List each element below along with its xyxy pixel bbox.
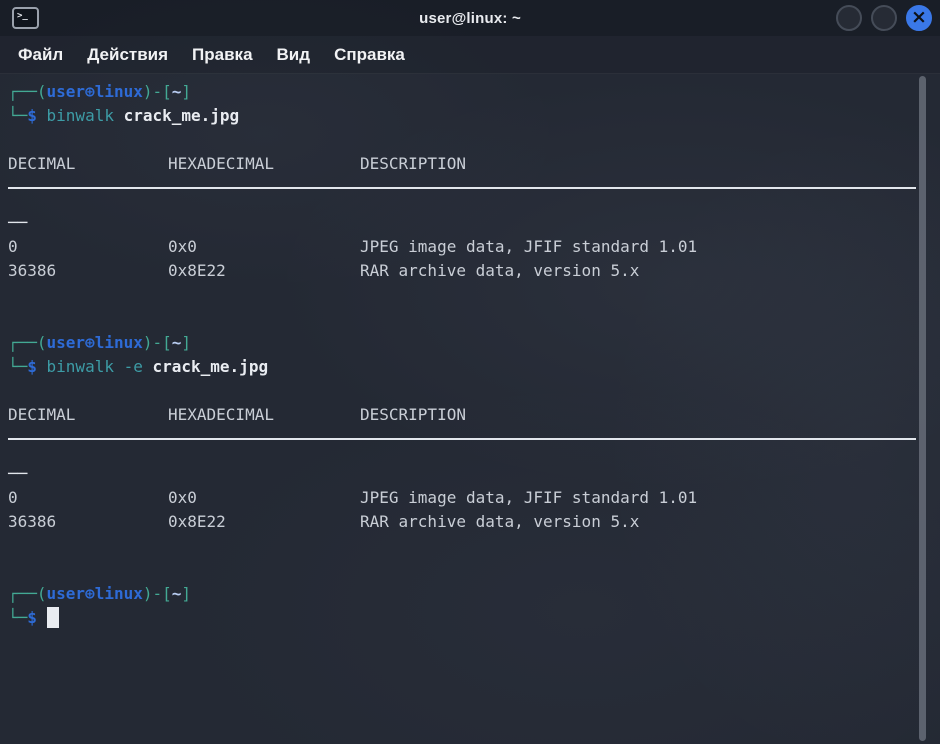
binwalk-header-row: DECIMALHEXADECIMALDESCRIPTION xyxy=(8,152,932,176)
command-line-1: └─$ binwalk crack_me.jpg xyxy=(8,104,932,128)
cell-decimal: 36386 xyxy=(8,259,168,283)
kali-symbol-icon: ⊕ xyxy=(85,584,95,603)
command-argument: crack_me.jpg xyxy=(124,106,240,125)
kali-symbol-icon: ⊕ xyxy=(85,82,95,101)
cell-hexadecimal: 0x0 xyxy=(168,235,360,259)
prompt-user: user xyxy=(47,333,86,352)
menu-edit[interactable]: Правка xyxy=(180,45,264,65)
window-title: user@linux: ~ xyxy=(0,10,940,27)
blank-line xyxy=(8,307,932,331)
cell-description: RAR archive data, version 5.x xyxy=(360,259,932,283)
blank-line xyxy=(8,379,932,403)
command-flag: -e xyxy=(124,357,143,376)
maximize-button[interactable] xyxy=(871,5,897,31)
table-row: 363860x8E22RAR archive data, version 5.x xyxy=(8,510,932,534)
terminal-app-icon: >_ xyxy=(12,7,39,29)
prompt-frame: ] xyxy=(181,82,191,101)
prompt-frame: ] xyxy=(181,333,191,352)
header-hexadecimal: HEXADECIMAL xyxy=(168,152,360,176)
header-description: DESCRIPTION xyxy=(360,152,932,176)
close-icon: × xyxy=(911,8,927,27)
terminal-cursor xyxy=(47,607,59,628)
minimize-button[interactable] xyxy=(836,5,862,31)
cell-description: JPEG image data, JFIF standard 1.01 xyxy=(360,486,932,510)
cell-hexadecimal: 0x8E22 xyxy=(168,510,360,534)
terminal-output-area[interactable]: ┌──(user⊕linux)-[~] └─$binwalkcrack_me.j… xyxy=(0,74,940,743)
terminal-window: >_ user@linux: ~ × Файл Действия Правка … xyxy=(0,0,940,744)
menu-actions[interactable]: Действия xyxy=(75,45,180,65)
prompt-path: ~ xyxy=(172,584,182,603)
current-input-line[interactable]: └─$ xyxy=(8,606,932,630)
blank-line xyxy=(8,558,932,582)
prompt-dollar: $ xyxy=(27,106,37,125)
titlebar[interactable]: >_ user@linux: ~ × xyxy=(0,0,940,36)
cell-description: RAR archive data, version 5.x xyxy=(360,510,932,534)
table-separator-wrap: ── xyxy=(8,462,932,486)
blank-line xyxy=(8,534,932,558)
table-separator xyxy=(8,187,932,211)
prompt-dollar: $ xyxy=(27,357,37,376)
table-row: 00x0JPEG image data, JFIF standard 1.01 xyxy=(8,486,932,510)
window-controls: × xyxy=(836,5,932,31)
kali-symbol-icon: ⊕ xyxy=(85,333,95,352)
header-hexadecimal: HEXADECIMAL xyxy=(168,403,360,427)
prompt-host: linux xyxy=(95,584,143,603)
table-row: 00x0JPEG image data, JFIF standard 1.01 xyxy=(8,235,932,259)
table-row: 363860x8E22RAR archive data, version 5.x xyxy=(8,259,932,283)
menu-file[interactable]: Файл xyxy=(6,45,75,65)
close-button[interactable]: × xyxy=(906,5,932,31)
cell-description: JPEG image data, JFIF standard 1.01 xyxy=(360,235,932,259)
prompt-line-3: ┌──(user⊕linux)-[~] xyxy=(8,582,932,606)
cell-decimal: 36386 xyxy=(8,510,168,534)
command-name: binwalk xyxy=(47,106,114,125)
prompt-path: ~ xyxy=(172,333,182,352)
scrollbar-thumb[interactable] xyxy=(919,76,926,741)
command-line-2: └─$ binwalk -e crack_me.jpg xyxy=(8,355,932,379)
prompt-frame: ┌──( xyxy=(8,333,47,352)
prompt-frame: ┌──( xyxy=(8,82,47,101)
prompt-host: linux xyxy=(95,333,143,352)
prompt-frame: )-[ xyxy=(143,82,172,101)
prompt-user: user xyxy=(47,82,86,101)
prompt-frame: ] xyxy=(181,584,191,603)
blank-line xyxy=(8,128,932,152)
prompt-line-1: ┌──(user⊕linux)-[~] xyxy=(8,80,932,104)
command-argument: crack_me.jpg xyxy=(152,357,268,376)
header-decimal: DECIMAL xyxy=(8,403,168,427)
prompt-frame: ┌──( xyxy=(8,584,47,603)
binwalk-header-row: DECIMALHEXADECIMALDESCRIPTION xyxy=(8,403,932,427)
prompt-line-2: ┌──(user⊕linux)-[~] xyxy=(8,331,932,355)
prompt-path: ~ xyxy=(172,82,182,101)
cell-decimal: 0 xyxy=(8,235,168,259)
menu-view[interactable]: Вид xyxy=(265,45,323,65)
header-decimal: DECIMAL xyxy=(8,152,168,176)
cell-hexadecimal: 0x0 xyxy=(168,486,360,510)
prompt-frame: )-[ xyxy=(143,584,172,603)
prompt-frame: └─ xyxy=(8,357,27,376)
table-separator xyxy=(8,438,932,462)
terminal-icon: >_ xyxy=(17,12,28,21)
menu-bar: Файл Действия Правка Вид Справка xyxy=(0,36,940,74)
cell-hexadecimal: 0x8E22 xyxy=(168,259,360,283)
menu-help[interactable]: Справка xyxy=(322,45,417,65)
command-name: binwalk xyxy=(47,357,114,376)
cell-decimal: 0 xyxy=(8,486,168,510)
prompt-frame: └─ xyxy=(8,608,27,627)
prompt-host: linux xyxy=(95,82,143,101)
header-description: DESCRIPTION xyxy=(360,403,932,427)
prompt-frame: └─ xyxy=(8,106,27,125)
prompt-dollar: $ xyxy=(27,608,37,627)
blank-line xyxy=(8,283,932,307)
prompt-user: user xyxy=(47,584,86,603)
table-separator-wrap: ── xyxy=(8,211,932,235)
prompt-frame: )-[ xyxy=(143,333,172,352)
